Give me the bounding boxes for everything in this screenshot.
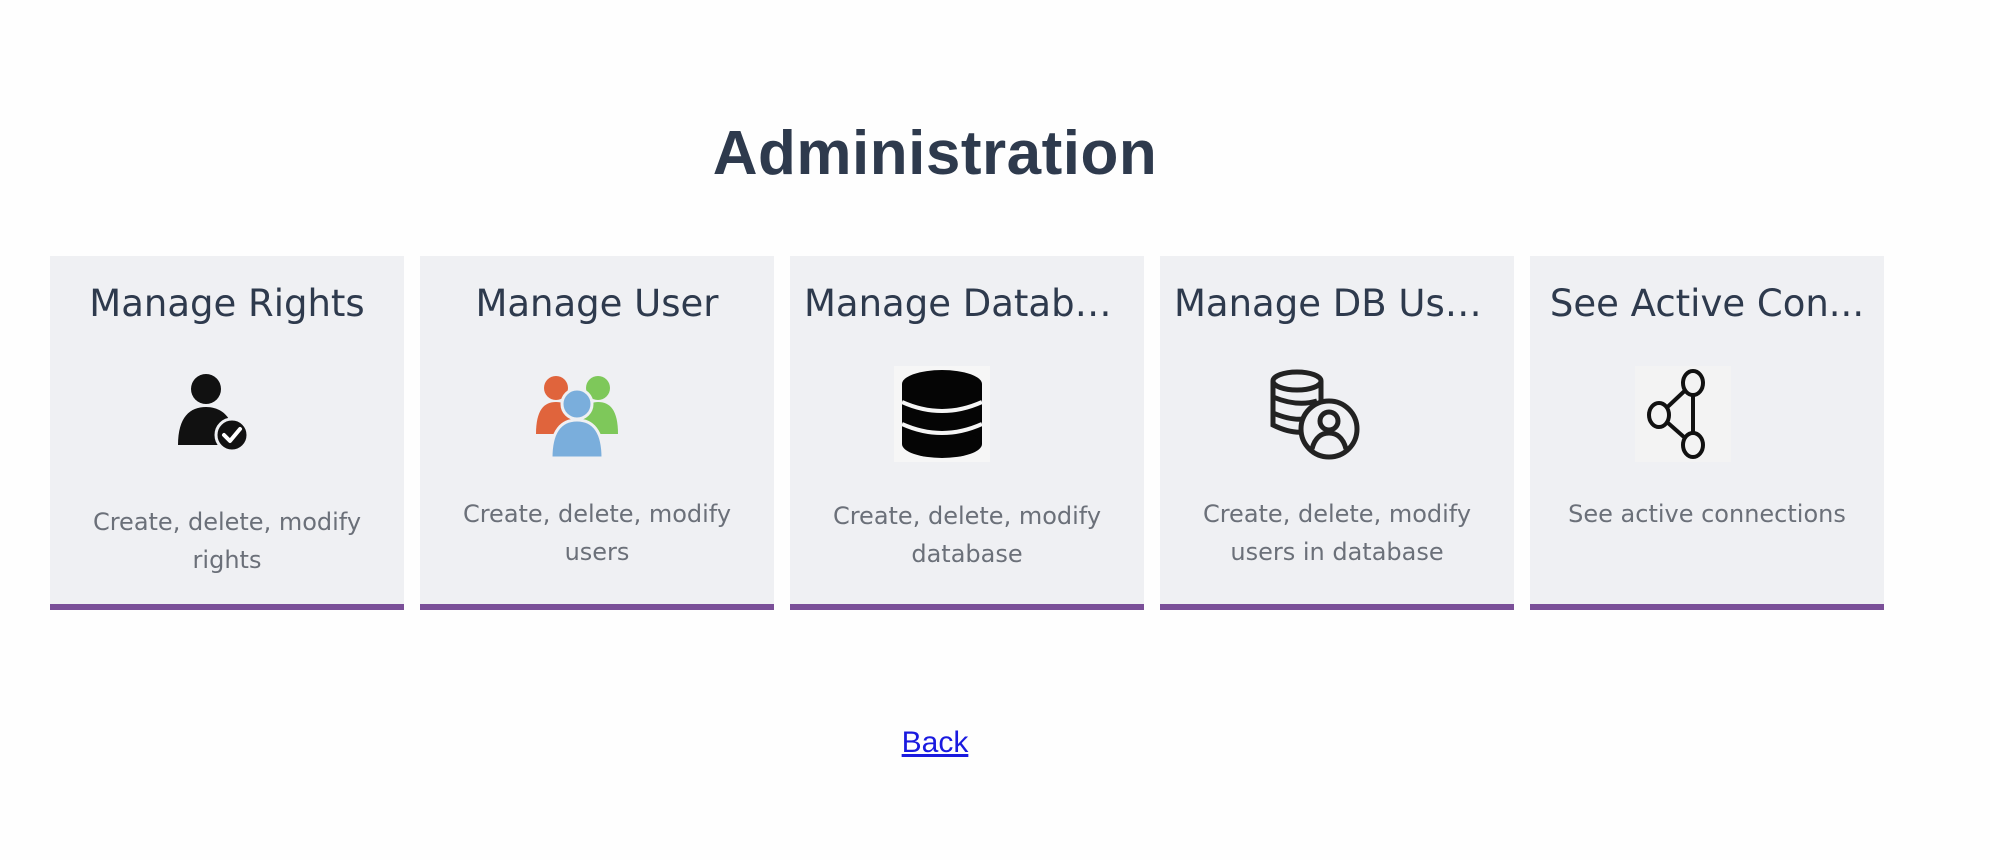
back-link-container: Back	[0, 726, 1870, 760]
card-title: See Active Con...	[1549, 282, 1865, 325]
card-title: Manage Database	[804, 282, 1140, 325]
manage-db-users-card[interactable]: Manage DB Users Create, delete, modify u…	[1160, 256, 1514, 610]
active-connections-card[interactable]: See Active Con... See active connections	[1530, 256, 1884, 610]
manage-user-card[interactable]: Manage User Create, delete, modify users	[420, 256, 774, 610]
database-user-icon	[1266, 366, 1362, 462]
card-title: Manage User	[475, 282, 719, 325]
page-title: Administration	[712, 119, 1158, 188]
card-description: Create, delete, modify database	[832, 502, 1102, 568]
manage-database-card[interactable]: Manage Database Create, delete, modify d…	[790, 256, 1144, 610]
users-group-icon	[530, 366, 626, 462]
database-icon	[894, 366, 990, 462]
card-description: Create, delete, modify users	[462, 500, 732, 566]
user-check-icon	[165, 366, 261, 462]
card-description: Create, delete, modify users in database	[1202, 500, 1472, 566]
manage-rights-card[interactable]: Manage Rights Create, delete, modify rig…	[50, 256, 404, 610]
card-description: See active connections	[1568, 500, 1846, 528]
card-title: Manage Rights	[89, 282, 365, 325]
admin-card-list: Manage Rights Create, delete, modify rig…	[50, 256, 1884, 610]
share-nodes-icon	[1635, 366, 1731, 462]
card-description: Create, delete, modify rights	[92, 508, 362, 574]
card-title: Manage DB Users	[1174, 282, 1502, 325]
back-link[interactable]: Back	[902, 726, 969, 759]
